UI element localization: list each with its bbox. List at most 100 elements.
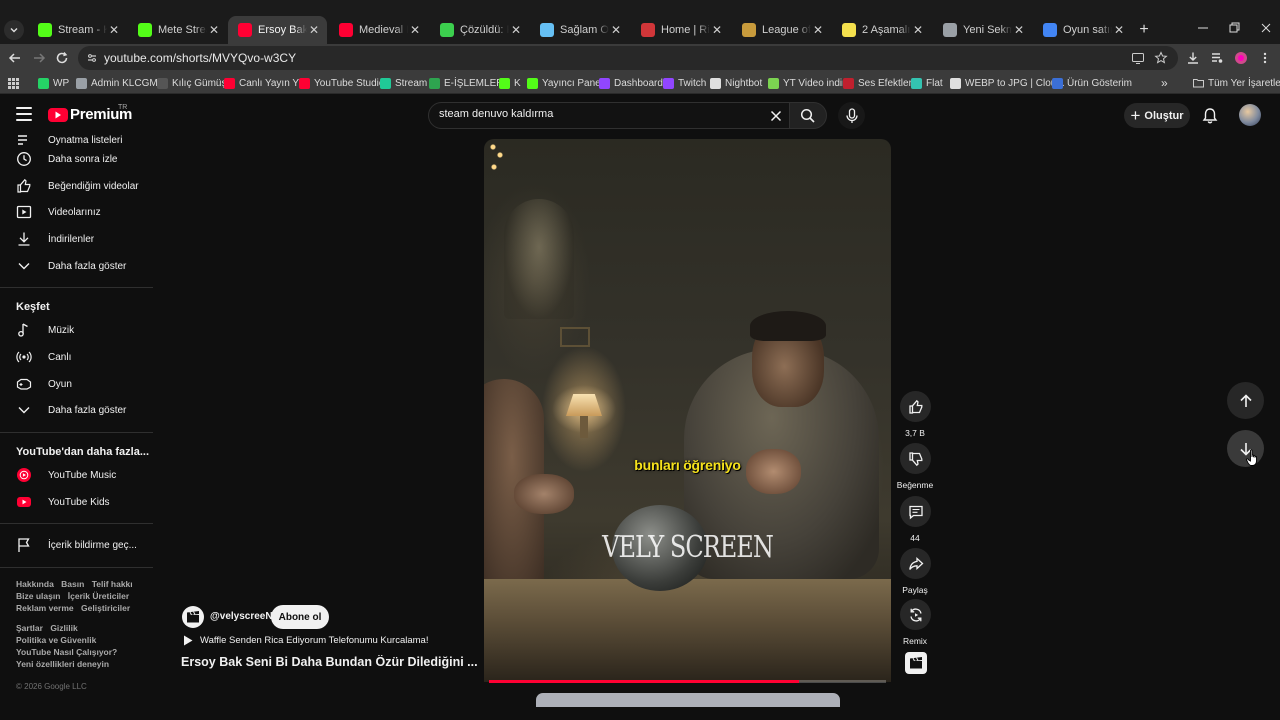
close-tab-icon[interactable]: ✕ xyxy=(811,23,825,37)
browser-tab[interactable]: Yeni Sekme✕ xyxy=(933,16,1032,44)
restore-icon[interactable] xyxy=(1224,18,1244,38)
minimize-icon[interactable] xyxy=(1193,18,1213,38)
search-input[interactable] xyxy=(439,108,759,120)
back-icon[interactable] xyxy=(5,48,25,68)
tab-search-button[interactable] xyxy=(4,20,24,40)
close-tab-icon[interactable]: ✕ xyxy=(911,23,925,37)
browser-tab[interactable]: Home | Riot Ga✕ xyxy=(631,16,730,44)
bookmark-item[interactable]: YouTube Studio xyxy=(299,76,384,90)
all-bookmarks[interactable]: Tüm Yer İşaretleri xyxy=(1193,76,1280,90)
browser-tab[interactable]: Ersoy Bak S✕ xyxy=(228,16,327,44)
sidebar-item-gaming[interactable]: Oyun xyxy=(0,371,153,397)
forward-icon[interactable] xyxy=(29,48,49,68)
bookmark-item[interactable]: Dashboard xyxy=(599,76,663,90)
apps-icon[interactable] xyxy=(8,76,19,90)
youtube-premium-logo[interactable]: Premium TR xyxy=(48,104,132,123)
close-tab-icon[interactable]: ✕ xyxy=(609,23,623,37)
browser-tab[interactable]: Medieval F ✕ xyxy=(329,16,428,44)
bookmark-item[interactable]: Canlı Yayın YT xyxy=(224,76,305,90)
new-tab-button[interactable]: + xyxy=(1136,20,1152,40)
footer-link[interactable]: Telif hakkı xyxy=(92,579,133,589)
bookmark-item[interactable]: Nightbot xyxy=(710,76,762,90)
sidebar-item-downloads[interactable]: İndirilenler xyxy=(0,226,153,252)
footer-link[interactable]: Geliştiriciler xyxy=(81,603,130,613)
footer-link[interactable]: YouTube Nasıl Çalışıyor? xyxy=(16,647,117,657)
music-link[interactable]: Waffle Senden Rica Ediyorum Telefonumu K… xyxy=(183,635,428,646)
browser-tab[interactable]: Çözüldü: Resid✕ xyxy=(430,16,529,44)
bookmark-item[interactable]: YT Video indir xyxy=(768,76,845,90)
close-tab-icon[interactable]: ✕ xyxy=(307,23,321,37)
footer-link[interactable]: İçerik Üreticiler xyxy=(68,591,129,601)
close-tab-icon[interactable]: ✕ xyxy=(509,23,523,37)
previous-short-button[interactable] xyxy=(1227,382,1264,419)
downloads-icon[interactable] xyxy=(1183,48,1203,68)
footer-link[interactable]: Reklam verme xyxy=(16,603,74,613)
close-window-icon[interactable] xyxy=(1256,18,1276,38)
channel-avatar[interactable] xyxy=(182,606,204,628)
close-tab-icon[interactable]: ✕ xyxy=(1012,23,1026,37)
account-avatar[interactable] xyxy=(1239,104,1261,126)
sidebar-item-report-history[interactable]: İçerik bildirme geç... xyxy=(0,532,153,558)
footer-link[interactable]: Politika ve Güvenlik xyxy=(16,635,96,645)
site-info-icon[interactable] xyxy=(84,50,100,66)
bookmark-item[interactable]: Admin KLCGMS xyxy=(76,76,164,90)
sidebar-item-show-more[interactable]: Daha fazla göster xyxy=(0,253,153,279)
remix-button[interactable] xyxy=(900,599,931,630)
footer-link[interactable]: Yeni özellikleri deneyin xyxy=(16,659,109,669)
browser-tab[interactable]: Mete Stream -✕ xyxy=(128,16,227,44)
bookmark-item[interactable]: Kılıç Gümüş xyxy=(157,76,226,90)
browser-tab[interactable]: League of Lege✕ xyxy=(732,16,831,44)
browser-tab[interactable]: Sağlam Oyun✕ xyxy=(530,16,629,44)
bookmark-item[interactable]: E-İŞLEMLER xyxy=(429,76,503,90)
notifications-bell-icon[interactable] xyxy=(1200,106,1220,126)
clear-search-icon[interactable] xyxy=(769,109,783,123)
footer-link[interactable]: Bize ulaşın xyxy=(16,591,60,601)
close-tab-icon[interactable]: ✕ xyxy=(710,23,724,37)
bookmark-item[interactable]: Yayıncı Paneli xyxy=(527,76,605,90)
search-button[interactable] xyxy=(789,102,827,129)
create-button[interactable]: + Oluştur xyxy=(1124,103,1190,128)
browser-tab[interactable]: 2 Aşamalı Doğ✕ xyxy=(832,16,931,44)
close-tab-icon[interactable]: ✕ xyxy=(408,23,422,37)
cast-icon[interactable] xyxy=(1130,50,1146,66)
bookmark-item[interactable]: Ürün Gösterim xyxy=(1052,76,1132,90)
bookmark-item[interactable]: WEBP to JPG | Clou... xyxy=(950,76,1065,90)
sidebar-item-youtube-music[interactable]: YouTube Music xyxy=(0,462,153,488)
sidebar-item-your-videos[interactable]: Videolarınız xyxy=(0,199,153,225)
bookmark-item[interactable]: Stream xyxy=(380,76,427,90)
bookmarks-overflow-icon[interactable]: » xyxy=(1161,76,1168,90)
sidebar-item-liked-videos[interactable]: Beğendiğim videolar xyxy=(0,173,153,199)
subscribe-button[interactable]: Abone ol xyxy=(271,605,329,629)
sidebar-item-watch-later[interactable]: Daha sonra izle xyxy=(0,146,153,172)
sidebar-item-music[interactable]: Müzik xyxy=(0,317,153,343)
close-tab-icon[interactable]: ✕ xyxy=(207,23,221,37)
footer-link[interactable]: Basın xyxy=(61,579,84,589)
address-bar[interactable]: youtube.com/shorts/MVYQvo-w3CY xyxy=(78,46,1178,70)
bookmark-item[interactable]: K xyxy=(499,76,521,90)
bookmark-item[interactable]: WP xyxy=(38,76,69,90)
shorts-video-player[interactable]: bunları öğreniyo VELY SCREEN xyxy=(484,139,891,682)
share-button[interactable] xyxy=(900,548,931,579)
footer-link[interactable]: Şartlar xyxy=(16,623,43,633)
sidebar-item-show-more-explore[interactable]: Daha fazla göster xyxy=(0,397,153,423)
sound-source-thumbnail[interactable] xyxy=(905,652,927,674)
channel-name[interactable]: @velyscreeN xyxy=(210,611,273,622)
browser-menu-icon[interactable] xyxy=(1255,48,1275,68)
bookmark-item[interactable]: Ses Efektleri xyxy=(843,76,914,90)
bookmark-item[interactable]: Flat xyxy=(911,76,943,90)
browser-tab[interactable]: Oyun satın alın✕ xyxy=(1033,16,1132,44)
sidebar-item-live[interactable]: Canlı xyxy=(0,344,153,370)
bookmark-item[interactable]: Twitch xyxy=(663,76,706,90)
footer-link[interactable]: Hakkında xyxy=(16,579,54,589)
video-progress-bar[interactable] xyxy=(489,680,886,683)
profile-icon[interactable] xyxy=(1231,48,1251,68)
sidebar-item-youtube-kids[interactable]: YouTube Kids xyxy=(0,489,153,515)
close-tab-icon[interactable]: ✕ xyxy=(107,23,121,37)
comments-button[interactable] xyxy=(900,496,931,527)
voice-search-button[interactable] xyxy=(838,102,865,129)
media-control-icon[interactable] xyxy=(1207,48,1227,68)
browser-tab[interactable]: Stream - Kick D✕ xyxy=(28,16,127,44)
short-title[interactable]: Ersoy Bak Seni Bi Daha Bundan Özür Diled… xyxy=(181,655,477,669)
reload-icon[interactable] xyxy=(52,48,72,68)
guide-menu-icon[interactable] xyxy=(16,107,32,121)
